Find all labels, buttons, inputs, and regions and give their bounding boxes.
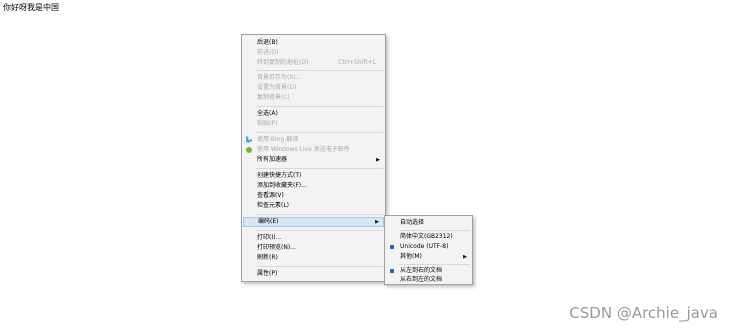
menu-item-label: 使用 Bing 翻译 <box>257 136 299 143</box>
submenu-item-other[interactable]: 其他(M) ▶ <box>386 252 471 262</box>
menu-item-label: 打印(I)... <box>257 234 282 241</box>
menu-item-save-background[interactable]: 背景另存为(S)... <box>243 73 384 83</box>
menu-item-copy-background[interactable]: 复制背景(C) <box>243 93 384 103</box>
page-body-text: 你好呀我是中国 <box>3 3 59 12</box>
menu-item-select-all[interactable]: 全选(A) <box>243 109 384 119</box>
menu-item-print-preview[interactable]: 打印预览(N)... <box>243 243 384 253</box>
submenu-item-utf8[interactable]: Unicode (UTF-8) <box>386 242 471 252</box>
menu-item-label: 检查元素(L) <box>257 202 290 209</box>
menu-item-inspect-element[interactable]: 检查元素(L) <box>243 201 384 211</box>
menu-item-go-to-copied-address[interactable]: 转到复制的地址(D) Ctrl+Shift+L <box>243 58 384 68</box>
submenu-item-label: 自动选择 <box>400 219 425 226</box>
menu-item-windows-live-email[interactable]: 使用 Windows Live 发送电子邮件 <box>243 145 384 155</box>
selected-radio-icon <box>390 269 394 273</box>
menu-item-label: 所有加速器 <box>257 156 288 163</box>
submenu-item-label: 从右到左的文档 <box>400 276 443 283</box>
menu-separator <box>399 230 470 231</box>
context-menu: 后退(B) 前进(O) 转到复制的地址(D) Ctrl+Shift+L 背景另存为… <box>241 34 386 282</box>
submenu-item-label: Unicode (UTF-8) <box>400 243 449 250</box>
menu-item-properties[interactable]: 属性(P) <box>243 269 384 279</box>
menu-item-label: 设置为背景(G) <box>257 84 297 91</box>
menu-item-label: 全选(A) <box>257 110 278 117</box>
menu-item-label: 编码(E) <box>258 218 279 225</box>
menu-separator <box>256 132 383 133</box>
submenu-item-label: 其他(M) <box>400 253 422 260</box>
shortcut-label: Ctrl+Shift+L <box>338 59 376 66</box>
watermark-text: CSDN @Archie_java <box>569 304 718 322</box>
menu-item-set-as-background[interactable]: 设置为背景(G) <box>243 83 384 93</box>
encoding-submenu: 自动选择 简体中文(GB2312) Unicode (UTF-8) 其他(M) … <box>384 215 473 285</box>
menu-item-label: 转到复制的地址(D) <box>257 59 309 66</box>
submenu-arrow-icon: ▶ <box>463 254 467 260</box>
menu-item-add-to-favorites[interactable]: 添加到收藏夹(F)... <box>243 181 384 191</box>
menu-item-label: 复制背景(C) <box>257 94 290 101</box>
menu-item-label: 前进(O) <box>257 49 279 56</box>
menu-item-label: 使用 Windows Live 发送电子邮件 <box>257 146 350 153</box>
menu-item-forward[interactable]: 前进(O) <box>243 48 384 58</box>
menu-separator <box>256 230 383 231</box>
menu-item-print[interactable]: 打印(I)... <box>243 233 384 243</box>
menu-separator <box>256 70 383 71</box>
menu-separator <box>256 168 383 169</box>
menu-item-view-source[interactable]: 查看源(V) <box>243 191 384 201</box>
windows-live-icon <box>245 146 253 154</box>
menu-item-label: 查看源(V) <box>257 192 284 199</box>
menu-item-label: 后退(B) <box>257 39 278 46</box>
menu-item-label: 属性(P) <box>257 270 278 277</box>
menu-item-create-shortcut[interactable]: 创建快捷方式(T) <box>243 171 384 181</box>
submenu-arrow-icon: ▶ <box>376 157 380 163</box>
menu-item-label: 添加到收藏夹(F)... <box>257 182 307 189</box>
selected-radio-icon <box>390 245 394 249</box>
menu-item-label: 创建快捷方式(T) <box>257 172 302 179</box>
menu-separator <box>399 264 470 265</box>
submenu-item-label: 从左到右的文档 <box>400 267 443 274</box>
menu-item-encoding[interactable]: 编码(E) ▶ <box>243 217 384 227</box>
menu-item-refresh[interactable]: 刷新(R) <box>243 253 384 263</box>
menu-item-label: 粘贴(P) <box>257 120 278 127</box>
menu-separator <box>256 214 383 215</box>
submenu-item-label: 简体中文(GB2312) <box>400 233 453 240</box>
submenu-item-auto-select[interactable]: 自动选择 <box>386 218 471 228</box>
submenu-item-right-to-left[interactable]: 从右到左的文档 <box>386 275 471 285</box>
menu-item-label: 打印预览(N)... <box>257 244 296 251</box>
menu-separator <box>256 106 383 107</box>
submenu-item-gb2312[interactable]: 简体中文(GB2312) <box>386 232 471 242</box>
menu-item-paste[interactable]: 粘贴(P) <box>243 119 384 129</box>
menu-separator <box>256 266 383 267</box>
menu-item-bing-translate[interactable]: 使用 Bing 翻译 <box>243 135 384 145</box>
bing-icon <box>245 136 253 144</box>
menu-item-all-accelerators[interactable]: 所有加速器 ▶ <box>243 155 384 165</box>
menu-item-label: 背景另存为(S)... <box>257 74 302 81</box>
submenu-arrow-icon: ▶ <box>375 219 379 225</box>
menu-item-label: 刷新(R) <box>257 254 278 261</box>
menu-item-back[interactable]: 后退(B) <box>243 38 384 48</box>
browser-page: 你好呀我是中国 后退(B) 前进(O) 转到复制的地址(D) Ctrl+Shift… <box>0 0 732 335</box>
